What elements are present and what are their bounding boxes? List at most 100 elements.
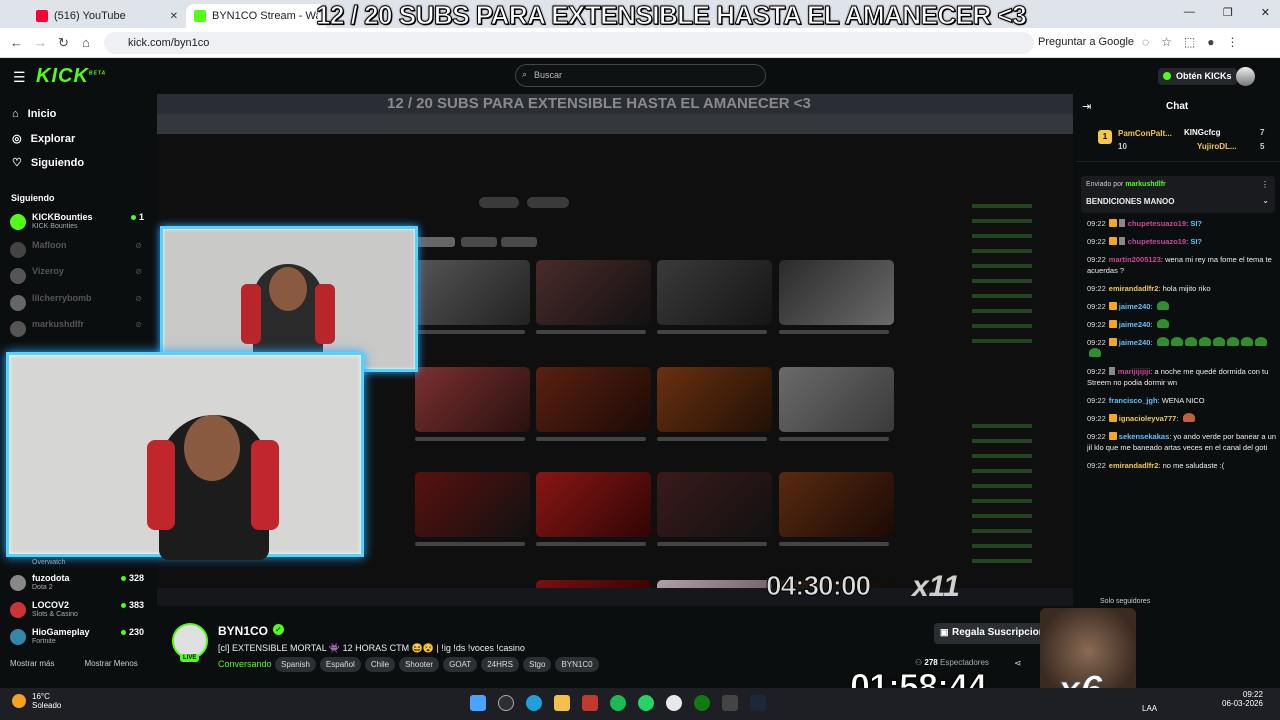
edge-icon[interactable] [526, 695, 542, 711]
windows-start-icon[interactable] [470, 695, 486, 711]
hamburger-icon[interactable]: ☰ [13, 69, 26, 86]
menu-dots-icon[interactable]: ⋮ [1227, 35, 1239, 49]
tag[interactable]: Spanish [275, 657, 316, 672]
channel-name: lilcherrybomb [32, 293, 92, 303]
sidebar-item-siguiendo[interactable]: ♡ Siguiendo [12, 156, 84, 170]
sidebar-channel[interactable]: LOCOV2 Slots & Casino 383 [10, 600, 150, 620]
chat-username[interactable]: emirandadlfr2 [1109, 461, 1159, 470]
show-less-button[interactable]: Mostrar Menos [84, 659, 137, 668]
tag[interactable]: Stgo [522, 657, 552, 672]
sidebar-channel[interactable]: markushdlfr ⊘ [10, 319, 150, 339]
tag[interactable]: Español [319, 657, 361, 672]
sidebar-channel[interactable]: KICKBounties KICK Bounties 1 [10, 212, 150, 232]
url-field[interactable]: kick.com/byn1co [104, 32, 1034, 54]
leaderboard-name[interactable]: KINGcfcg [1184, 128, 1220, 137]
chat-username[interactable]: ignacioleyva777 [1119, 414, 1177, 423]
chat-header: ⇥ Chat [1076, 94, 1280, 122]
spotify-icon[interactable] [610, 695, 626, 711]
pinned-message[interactable]: Enviado por markushdlfr BENDICIONES MANO… [1081, 176, 1275, 213]
tag[interactable]: Chile [364, 657, 396, 672]
chat-username[interactable]: jaime240 [1119, 320, 1151, 329]
leaderboard-name[interactable]: YujiroDL... [1197, 142, 1237, 151]
search-taskbar-icon[interactable] [498, 695, 514, 711]
user-avatar[interactable] [1236, 67, 1255, 86]
tag[interactable]: Shooter [399, 657, 440, 672]
system-clock[interactable]: 09:22 06-03-2026 [1222, 690, 1263, 708]
leaderboard-name[interactable]: PamConPalt... [1118, 129, 1172, 138]
chat-username[interactable]: martin2005123 [1109, 255, 1161, 264]
gift-subscription-button[interactable]: ▣ Regala Suscripcion [934, 623, 1053, 644]
chat-username[interactable]: francisco_jgh [1109, 396, 1158, 405]
chat-message: 09:22 chupetesuazo19: SI? [1087, 219, 1202, 228]
share-icon[interactable]: ⋖ [1014, 658, 1022, 669]
sidebar-channel[interactable]: fuzodota Dota 2 328 [10, 573, 150, 593]
language-indicator[interactable]: LAA [1142, 704, 1157, 713]
close-tab-icon[interactable]: ✕ [170, 11, 178, 22]
badge-icon [1118, 237, 1125, 245]
sidebar-item-inicio[interactable]: ⌂ Inicio [12, 108, 56, 120]
tab-kick[interactable]: BYN1CO Stream - Watch Live [186, 4, 326, 28]
minimize-icon[interactable]: — [1184, 6, 1195, 19]
pin-icon[interactable]: ⋮ [1261, 180, 1269, 189]
forward-icon[interactable]: → [34, 35, 47, 50]
chat-username[interactable]: jaime240 [1119, 338, 1151, 347]
chevron-down-icon[interactable]: ⌄ [1262, 196, 1269, 205]
leaderboard-count: 7 [1260, 128, 1265, 137]
obs-icon[interactable] [722, 695, 738, 711]
chat-message: 09:22 marijijijiji: a noche me quedé dorm… [1087, 367, 1269, 387]
file-explorer-icon[interactable] [554, 695, 570, 711]
close-window-icon[interactable]: ✕ [1261, 6, 1270, 19]
inner-chip [415, 237, 455, 247]
video-caption [657, 330, 767, 334]
star-icon[interactable]: ☆ [1161, 35, 1172, 49]
chat-username[interactable]: chupetesuazo19 [1128, 219, 1186, 228]
profile-icon[interactable]: ● [1207, 35, 1214, 49]
eye-off-icon[interactable]: ◌ [1142, 35, 1149, 49]
sidebar-channel[interactable]: lilcherrybomb ⊘ [10, 293, 150, 313]
sidebar-channel[interactable]: Vizeroy ⊘ [10, 266, 150, 286]
whatsapp-icon[interactable] [638, 695, 654, 711]
chat-username[interactable]: jaime240 [1119, 302, 1151, 311]
steam-icon[interactable] [750, 695, 766, 711]
tag[interactable]: GOAT [443, 657, 478, 672]
chat-username[interactable]: sekensekakas [1119, 432, 1169, 441]
extensions-icon[interactable]: ⬚ [1184, 35, 1195, 49]
back-icon[interactable]: ← [10, 35, 23, 50]
streamer-name[interactable]: BYN1CO [218, 624, 268, 638]
stream-category[interactable]: Conversando [218, 659, 272, 669]
streamer-face [269, 267, 307, 311]
offline-icon: ⊘ [135, 241, 142, 250]
video-caption [415, 437, 525, 441]
chat-username[interactable]: chupetesuazo19 [1128, 237, 1186, 246]
ask-google-button[interactable]: Preguntar a Google [1038, 36, 1134, 48]
reload-icon[interactable]: ↻ [58, 35, 69, 51]
gift-leaderboard: 1 PamConPalt... 10 KINGcfcg 7 YujiroDL..… [1076, 122, 1280, 162]
sidebar-channel[interactable]: HioGameplay Fortnite 230 [10, 627, 150, 647]
gaming-chair [251, 440, 279, 530]
xbox-icon[interactable] [694, 695, 710, 711]
chat-username[interactable]: emirandadlfr2 [1109, 284, 1159, 293]
stream-tags: Spanish Español Chile Shooter GOAT 24HRS… [275, 657, 599, 672]
app-icon[interactable] [582, 695, 598, 711]
tag[interactable]: BYN1C0 [555, 657, 599, 672]
maximize-icon[interactable]: ❐ [1223, 6, 1233, 19]
home-browser-icon[interactable]: ⌂ [82, 35, 90, 50]
chat-username[interactable]: marijijijiji [1118, 367, 1151, 376]
taskbar-apps [470, 695, 766, 711]
kick-logo[interactable]: KICKBETA [36, 65, 106, 88]
collapse-chat-icon[interactable]: ⇥ [1082, 100, 1091, 113]
chrome-icon[interactable] [666, 695, 682, 711]
channel-name: Mafloon [32, 240, 67, 250]
search-input[interactable]: ⌕ Buscar [515, 64, 766, 87]
channel-name: Vizeroy [32, 266, 64, 276]
weather-widget[interactable]: 16°C Soleado [12, 692, 61, 710]
viewer-count: 230 [121, 627, 144, 637]
show-more-button[interactable]: Mostrar más [10, 659, 54, 668]
tab-youtube[interactable]: (516) YouTube ✕ [28, 4, 186, 28]
inner-tab [527, 197, 569, 208]
tag[interactable]: 24HRS [481, 657, 519, 672]
sidebar-item-label: Inicio [27, 108, 57, 120]
get-kicks-button[interactable]: Obtén KICKs [1158, 68, 1237, 85]
sidebar-channel[interactable]: Mafloon ⊘ [10, 240, 150, 260]
sidebar-item-explorar[interactable]: ◎ Explorar [12, 132, 75, 146]
